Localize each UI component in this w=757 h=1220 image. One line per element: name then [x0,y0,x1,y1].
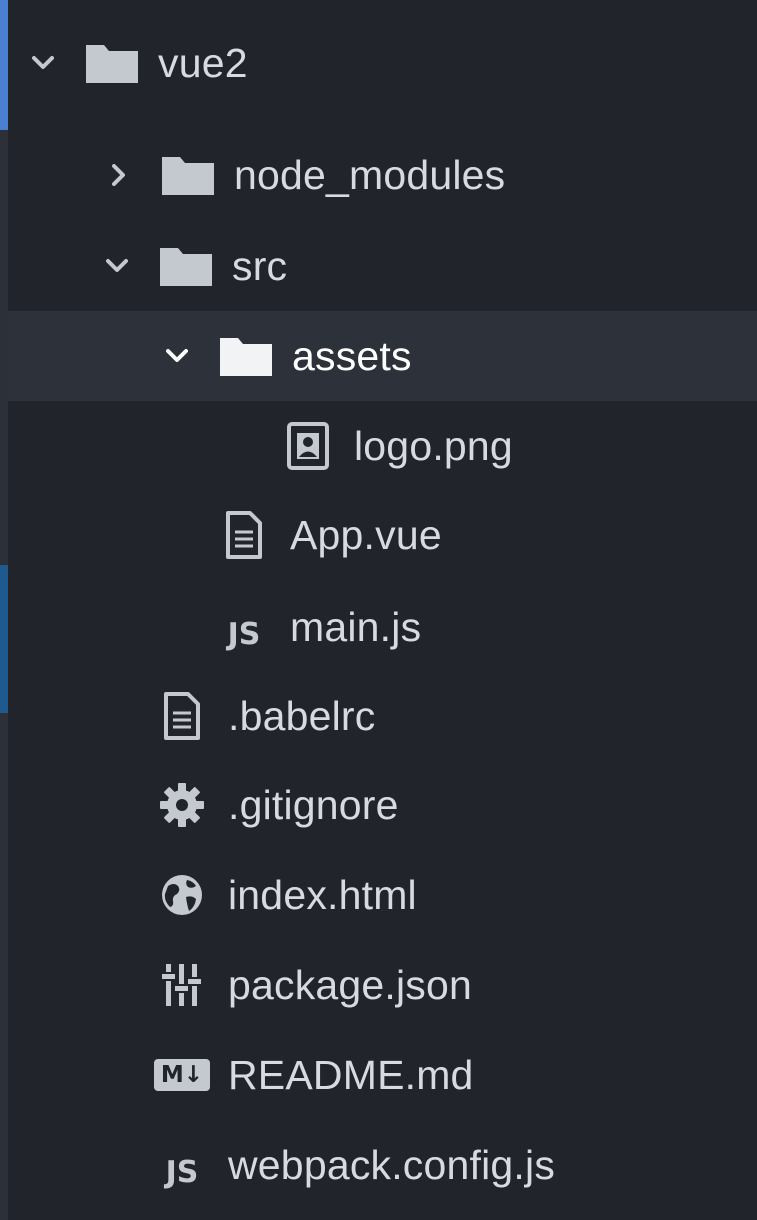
tree-item-label: index.html [228,871,417,918]
tree-item-node-modules[interactable]: node_modules [8,130,757,220]
text-file-icon [216,511,272,559]
js-icon-text: JS [227,616,261,652]
globe-icon [154,873,210,917]
tree-item-label: package.json [228,961,473,1008]
folder-icon [158,244,214,288]
folder-icon [84,41,140,85]
tree-item-babelrc[interactable]: .babelrc [8,671,757,761]
tree-item-label: logo.png [354,422,513,469]
tree-item-label: webpack.config.js [228,1141,556,1188]
focus-indicator [0,0,8,130]
tree-item-label: vue2 [158,39,248,86]
js-file-icon: JS [154,1143,210,1190]
image-file-icon [280,422,336,470]
tree-item-label: App.vue [290,511,442,558]
tree-item-index-html[interactable]: index.html [8,850,757,940]
tree-item-label: src [232,242,288,289]
tree-item-assets[interactable]: assets [8,311,757,401]
sliders-icon [154,963,210,1007]
tree-item-label: .babelrc [228,692,376,739]
gear-icon [154,783,210,827]
tree-item-label: README.md [228,1051,474,1098]
js-file-icon: JS [216,605,272,652]
tree-item-label: .gitignore [228,781,399,828]
tree-item-src[interactable]: src [8,221,757,311]
chevron-down-icon[interactable] [166,345,188,367]
folder-icon [160,153,216,197]
scroll-indicator[interactable] [0,565,8,713]
js-icon-text: JS [165,1154,199,1190]
tree-item-label: main.js [290,603,422,650]
file-tree-panel: vue2 node_modules src assets logo.png Ap… [0,0,757,1220]
tree-item-readme-md[interactable]: M↓ README.md [8,1030,757,1120]
chevron-right-icon[interactable] [108,164,130,186]
tree-item-gitignore[interactable]: .gitignore [8,760,757,850]
tree-item-logo-png[interactable]: logo.png [8,401,757,491]
folder-icon [218,334,274,378]
tree-item-main-js[interactable]: JS main.js [8,582,757,672]
tree-item-app-vue[interactable]: App.vue [8,490,757,580]
tree-item-label: node_modules [234,151,506,198]
chevron-down-icon[interactable] [32,52,54,74]
markdown-icon: M↓ [154,1053,210,1097]
chevron-down-icon[interactable] [106,255,128,277]
tree-item-webpack-config-js[interactable]: JS webpack.config.js [8,1120,757,1210]
tree-item-vue2[interactable]: vue2 [8,18,757,108]
tree-item-package-json[interactable]: package.json [8,940,757,1030]
markdown-icon-text: M↓ [160,1062,204,1088]
text-file-icon [154,692,210,740]
tree-item-label: assets [292,332,412,379]
